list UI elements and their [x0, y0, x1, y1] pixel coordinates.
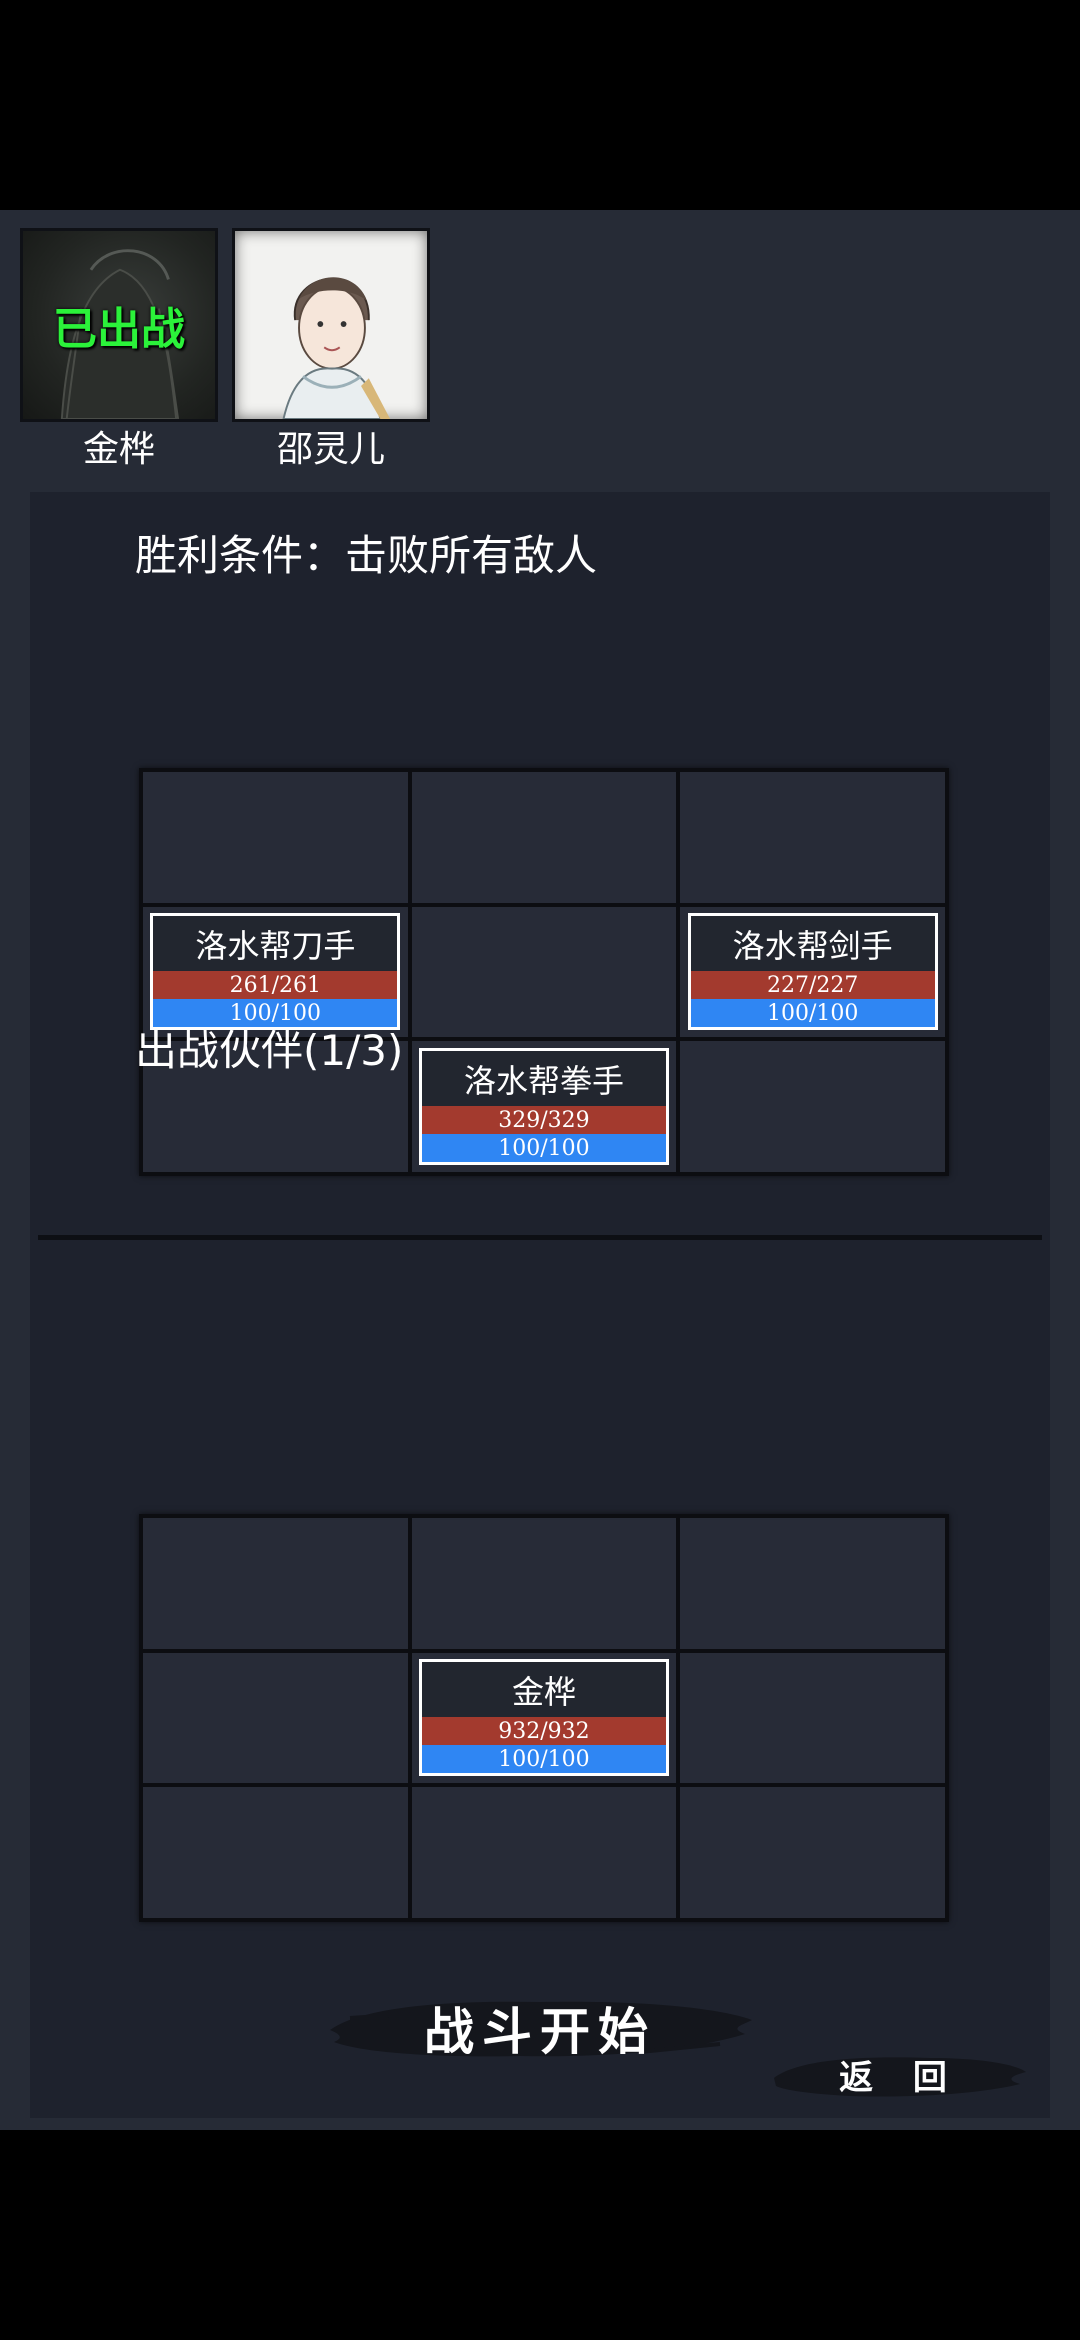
ally-grid-cell[interactable]	[411, 1518, 677, 1649]
battle-setup-panel: 胜利条件：击败所有敌人 洛水帮刀手 261/261 100/100 洛水帮剑手 …	[30, 492, 1050, 2118]
ally-grid-cell[interactable]	[680, 1652, 945, 1784]
mp-bar: 100/100	[421, 1745, 666, 1774]
roster-portrait-jinhua[interactable]: 已出战	[20, 228, 218, 422]
ally-formation-grid: 金桦 932/932 100/100	[139, 1514, 949, 1922]
start-battle-label: 战斗开始	[424, 2003, 656, 2061]
enemy-grid-cell	[411, 906, 677, 1038]
enemy-grid-cell	[411, 772, 677, 903]
enemy-grid-cell	[143, 772, 408, 903]
ally-grid-cell[interactable]	[143, 1787, 408, 1918]
hp-bar: 932/932	[421, 1717, 666, 1746]
unit-name: 洛水帮刀手	[195, 926, 356, 965]
ally-grid-cell[interactable]	[411, 1787, 677, 1918]
enemy-formation-grid: 洛水帮刀手 261/261 100/100 洛水帮剑手 227/227 100/…	[139, 768, 949, 1176]
enemy-unit-card[interactable]: 洛水帮拳手 329/329 100/100	[418, 1048, 669, 1166]
roster-name-shaolinger: 邵灵儿	[276, 429, 385, 470]
ally-grid-cell[interactable]: 金桦 932/932 100/100	[411, 1652, 677, 1784]
hp-bar: 227/227	[690, 971, 935, 1000]
roster-portrait-shaolinger[interactable]	[232, 228, 430, 422]
unit-name: 洛水帮拳手	[463, 1061, 624, 1100]
enemy-grid-cell	[680, 772, 945, 903]
enemy-grid-cell: 洛水帮拳手 329/329 100/100	[411, 1041, 677, 1172]
mp-bar: 100/100	[690, 999, 935, 1028]
section-divider	[38, 1235, 1042, 1240]
enemy-unit-card[interactable]: 洛水帮刀手 261/261 100/100	[150, 913, 401, 1031]
back-button[interactable]: 返 回	[770, 2042, 1030, 2106]
ally-grid-cell[interactable]	[143, 1518, 408, 1649]
roster-name-jinhua: 金桦	[82, 429, 155, 470]
hp-bar: 329/329	[421, 1106, 666, 1135]
ally-grid-cell[interactable]	[143, 1652, 408, 1784]
enemy-grid-cell: 洛水帮剑手 227/227 100/100	[680, 906, 945, 1038]
victory-condition-text: 胜利条件：击败所有敌人	[135, 531, 598, 580]
back-label: 返 回	[839, 2057, 961, 2098]
game-area: 已出战 金桦 邵灵儿 胜利条件：击败所有敌人 洛水帮刀手 261/261 100…	[0, 210, 1080, 2130]
ally-grid-cell[interactable]	[680, 1787, 945, 1918]
shaolinger-portrait-icon	[282, 277, 391, 419]
enemy-unit-card[interactable]: 洛水帮剑手 227/227 100/100	[687, 913, 938, 1031]
mp-bar: 100/100	[421, 1134, 666, 1163]
unit-name: 洛水帮剑手	[732, 926, 893, 965]
ally-section-title: 出战伙伴(1/3)	[135, 1026, 404, 1075]
ally-grid-cell[interactable]	[680, 1518, 945, 1649]
ally-unit-card[interactable]: 金桦 932/932 100/100	[418, 1659, 669, 1777]
deployed-status-label: 已出战	[53, 304, 185, 355]
hp-bar: 261/261	[153, 971, 398, 1000]
unit-name: 金桦	[511, 1672, 576, 1711]
start-battle-button[interactable]: 战斗开始	[320, 1978, 760, 2078]
enemy-grid-cell	[680, 1041, 945, 1172]
